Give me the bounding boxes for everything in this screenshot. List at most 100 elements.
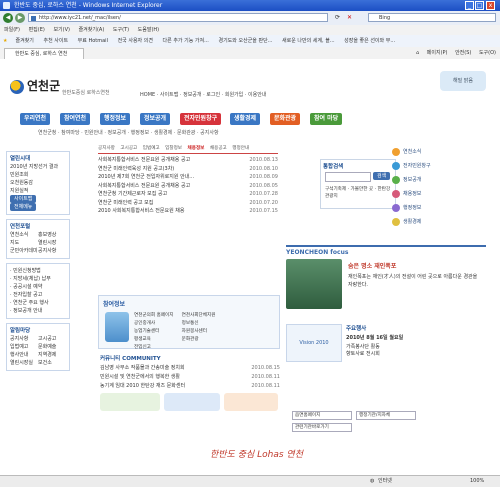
fav-item[interactable]: 무료 Hotmail	[78, 38, 108, 44]
right-menu-item[interactable]: 정보공개	[392, 173, 492, 187]
all-menu-button[interactable]: 전체메뉴	[10, 203, 37, 211]
safety-menu[interactable]: 안전(S)	[455, 50, 471, 56]
minimize-button[interactable]: _	[465, 1, 474, 10]
news-tab-active[interactable]: 채용정보	[188, 146, 205, 151]
news-row[interactable]: 사회복지통합서비스 전문요원 공개채용 공고 2010.08.13	[98, 156, 278, 165]
menu-edit[interactable]: 편집(E)	[29, 27, 45, 33]
select-gov-agencies[interactable]: 행정기관/지자체	[356, 411, 416, 420]
menu-favorites[interactable]: 즐겨찾기(A)	[79, 27, 105, 33]
service-link[interactable]: · 지방세(체납) 납부	[10, 275, 66, 283]
portal-link[interactable]: 홍보영상	[38, 231, 66, 239]
zoom-level[interactable]: 100%	[470, 476, 484, 487]
nav-item[interactable]: 문화관광	[270, 113, 301, 125]
news-row[interactable]: 연천군 미래인력육성 지원 공고(3차) 2010.08.10	[98, 165, 278, 174]
notice-link[interactable]: 공지사항	[10, 335, 38, 343]
site-search-button[interactable]: 검색	[373, 172, 391, 180]
fav-item[interactable]: 전국 사용자 의견	[118, 38, 153, 44]
service-link[interactable]: · 연천군 주요 행사	[10, 299, 66, 307]
search-input[interactable]: Bing	[368, 13, 496, 22]
participation-link[interactable]: 연천군의회 홈페이지	[134, 312, 180, 320]
fav-item[interactable]: 경기도와 오산군을 판단...	[218, 38, 272, 44]
election-item[interactable]: 오천원동감	[10, 179, 66, 187]
right-menu-item[interactable]: 전자민원창구	[392, 159, 492, 173]
nav-item[interactable]: 우리연천	[20, 113, 51, 125]
election-item[interactable]: 지원실적	[10, 187, 66, 195]
select-related-orgs[interactable]: 관련기관바로가기	[292, 423, 352, 432]
portal-link[interactable]: 공지사항	[38, 247, 66, 255]
home-icon[interactable]: ⌂	[416, 50, 419, 56]
banner-1[interactable]	[100, 393, 160, 411]
focus-headline[interactable]: 숨은 명소 재인폭포	[348, 261, 396, 270]
right-menu-item[interactable]: 행정정보	[392, 201, 492, 215]
address-input[interactable]: http://www.iyc21.net/_mac/ilsen/	[28, 13, 328, 22]
menu-help[interactable]: 도움말(H)	[138, 27, 159, 33]
refresh-icon[interactable]: ⟳	[335, 14, 340, 21]
right-menu-item[interactable]: 생활경제	[392, 215, 492, 229]
nav-item[interactable]: 생활경제	[230, 113, 261, 125]
participation-link[interactable]: 문화관광	[182, 336, 228, 344]
portal-link[interactable]: 연천소식	[10, 231, 38, 239]
participation-link[interactable]: 정보통신	[182, 320, 228, 328]
fav-item[interactable]: 성장을 좋은 선이와 부...	[344, 38, 395, 44]
focus-photo[interactable]	[286, 259, 342, 309]
nav-item[interactable]: 참여 마당	[310, 113, 343, 125]
right-menu-item[interactable]: 채용정보	[392, 187, 492, 201]
news-row[interactable]: 2010 사회복지통합서비스 전문요원 채용 2010.07.15	[98, 207, 278, 216]
news-tab[interactable]: 입찰정보	[165, 146, 182, 151]
portal-link[interactable]: 군민아카데미	[10, 247, 38, 255]
fav-item[interactable]: 새로운 나만의 세계, 블...	[282, 38, 335, 44]
browser-tab[interactable]: 한반도 중심, 로하스 연천	[4, 48, 84, 59]
favorites-label[interactable]: 즐겨찾기	[15, 38, 33, 44]
notice-link[interactable]: 문화예술	[38, 343, 66, 351]
participation-link[interactable]: 평생교육	[134, 336, 180, 344]
menu-tools[interactable]: 도구(T)	[113, 27, 129, 33]
banner-3[interactable]	[224, 393, 278, 411]
page-menu[interactable]: 페이지(P)	[427, 50, 448, 56]
sub-nav[interactable]: 연천군청 · 참여마당 · 민원안내 · 정보공개 · 행정정보 · 생활경제 …	[38, 129, 219, 136]
portal-link[interactable]: 지도	[10, 239, 38, 247]
stop-icon[interactable]: ✕	[347, 14, 352, 21]
community-row[interactable]: 김남영 사무소 작품몰과 간송미술 정치회 2010.08.15	[100, 364, 280, 373]
participation-link[interactable]: 농업기술센터	[134, 328, 180, 336]
nav-item[interactable]: 행정정보	[100, 113, 131, 125]
site-logo[interactable]: 연천군	[10, 77, 60, 94]
menu-view[interactable]: 보기(V)	[53, 27, 70, 33]
nav-item[interactable]: 정보공개	[140, 113, 171, 125]
news-tab[interactable]: 채용공고	[210, 146, 227, 151]
notice-link[interactable]: 열린시장실	[10, 359, 38, 367]
notice-link[interactable]: 고시공고	[38, 335, 66, 343]
service-link[interactable]: · 정보공개 안내	[10, 307, 66, 315]
community-row[interactable]: 농기계 임대 2010 한탄강 재즈 문화센터 2010.08.11	[100, 382, 280, 391]
service-link[interactable]: · 민원신청방법	[10, 267, 66, 275]
election-item[interactable]: 2010년 지방선거 결과	[10, 163, 66, 171]
news-row[interactable]: 2010년 제7회 연천군 전입자위로지원 안내... 2010.08.09	[98, 173, 278, 182]
close-button[interactable]: x	[486, 1, 495, 10]
fav-item[interactable]: 다른 추가 기능 가져...	[163, 38, 209, 44]
utility-nav[interactable]: HOME · 사이트맵 · 정보공개 · 로그인 · 회원가입 · 이용안내	[140, 91, 266, 98]
forward-button[interactable]: ▶	[15, 13, 25, 23]
participation-link[interactable]: 공인중개사	[134, 320, 180, 328]
select-town-sites[interactable]: 읍면홈페이지	[292, 411, 352, 420]
news-row[interactable]: 사회복지통합서비스 전문요원 공개채용 공고 2010.08.05	[98, 182, 278, 191]
event-item[interactable]: 향토사료 전시회	[346, 350, 486, 357]
promo-text[interactable]: 구석기축제 · 가볼만한 곳 · 한탄강 관광지	[325, 186, 391, 200]
back-button[interactable]: ◀	[3, 13, 13, 23]
notice-link[interactable]: 입법예고	[10, 343, 38, 351]
participation-link[interactable]: 연천사회단체지원	[182, 312, 228, 320]
vision-banner[interactable]: Vision 2010	[286, 324, 342, 362]
nav-item[interactable]: 전자민원창구	[180, 113, 222, 125]
banner-2[interactable]	[164, 393, 220, 411]
participation-link[interactable]: 자원봉사센터	[182, 328, 228, 336]
news-tab[interactable]: 공지사항	[98, 146, 115, 151]
site-search-input[interactable]	[325, 172, 371, 182]
menu-file[interactable]: 파일(F)	[4, 27, 20, 33]
nav-item[interactable]: 참여연천	[60, 113, 91, 125]
tools-menu[interactable]: 도구(O)	[479, 50, 496, 56]
community-row[interactable]: 민원시설 및 연천군에서의 행복한 생활 2010.08.11	[100, 373, 280, 382]
fav-item[interactable]: 추천 사이트	[43, 38, 68, 44]
news-tab[interactable]: 입법예고	[143, 146, 160, 151]
notice-link[interactable]: 보건소	[38, 359, 66, 367]
sitemap-button[interactable]: 사이트맵	[10, 195, 37, 203]
news-row[interactable]: 연천군 미래인력 공고 모집 2010.07.20	[98, 199, 278, 208]
portal-link[interactable]: 열린시장	[38, 239, 66, 247]
